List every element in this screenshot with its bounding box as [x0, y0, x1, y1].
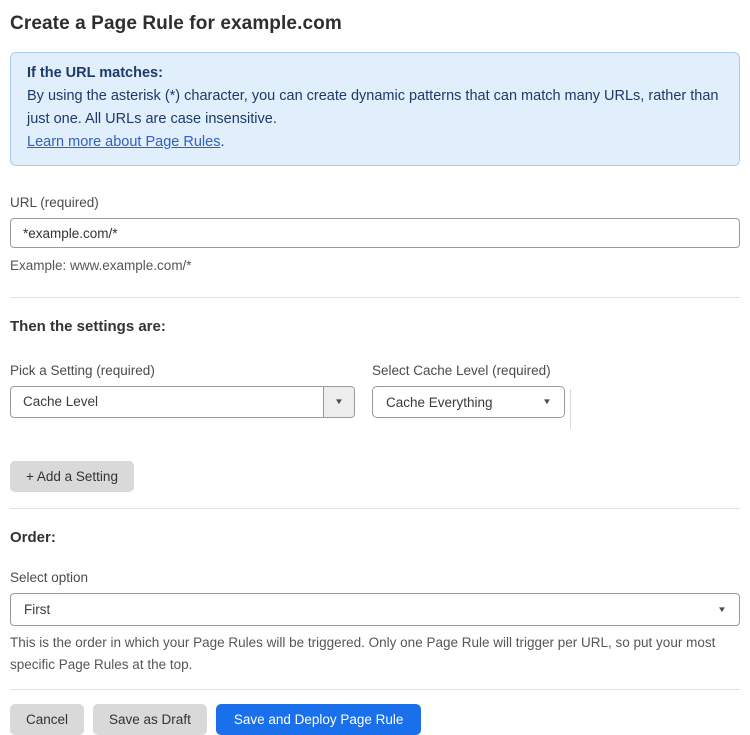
form-actions: Cancel Save as Draft Save and Deploy Pag…: [10, 704, 740, 735]
order-value: First: [24, 602, 51, 617]
setting-row: Pick a Setting (required) Cache Level ▼ …: [10, 363, 740, 429]
setting-picker-label: Pick a Setting (required): [10, 363, 155, 378]
chevron-down-icon: ▼: [717, 604, 727, 614]
order-dropdown[interactable]: First ▼: [10, 593, 740, 626]
page-title: Create a Page Rule for example.com: [10, 13, 342, 34]
divider: [10, 689, 740, 690]
setting-picker-value: Cache Level: [23, 394, 99, 409]
order-helper-text: This is the order in which your Page Rul…: [10, 635, 716, 672]
chevron-down-icon: ▼: [334, 397, 344, 406]
cancel-button[interactable]: Cancel: [10, 704, 85, 735]
order-select-label: Select option: [10, 570, 89, 585]
cache-level-value: Cache Everything: [386, 394, 493, 410]
cache-level-column: Select Cache Level (required) Cache Ever…: [372, 363, 565, 418]
settings-section-heading: Then the settings are:: [10, 318, 166, 335]
url-match-info-callout: If the URL matches: By using the asteris…: [10, 52, 740, 166]
setting-picker-dropdown[interactable]: Cache Level ▼: [10, 386, 355, 418]
setting-row-divider: [570, 389, 571, 429]
page-rule-form: Create a Page Rule for example.com If th…: [0, 0, 750, 735]
cache-level-dropdown[interactable]: Cache Everything ▼: [372, 386, 565, 418]
divider: [10, 508, 740, 509]
info-link-line: Learn more about Page Rules.: [27, 131, 723, 154]
add-setting-wrap: + Add a Setting: [10, 461, 740, 492]
save-as-draft-button[interactable]: Save as Draft: [93, 704, 207, 735]
order-section-heading: Order:: [10, 529, 56, 546]
add-setting-button[interactable]: + Add a Setting: [10, 461, 134, 492]
url-field-label: URL (required): [10, 195, 99, 210]
url-input[interactable]: [10, 218, 740, 248]
info-heading: If the URL matches:: [27, 65, 163, 81]
link-suffix: .: [220, 134, 225, 150]
info-body-text: By using the asterisk (*) character, you…: [27, 88, 719, 127]
cache-level-label: Select Cache Level (required): [372, 363, 551, 378]
url-example-helper: Example: www.example.com/*: [10, 258, 192, 273]
dropdown-arrow-segment[interactable]: ▼: [323, 387, 354, 417]
setting-picker-column: Pick a Setting (required) Cache Level ▼: [10, 363, 355, 418]
chevron-down-icon: ▼: [542, 397, 552, 406]
save-and-deploy-button[interactable]: Save and Deploy Page Rule: [215, 704, 422, 735]
divider: [10, 297, 740, 298]
learn-more-link[interactable]: Learn more about Page Rules: [27, 134, 220, 150]
